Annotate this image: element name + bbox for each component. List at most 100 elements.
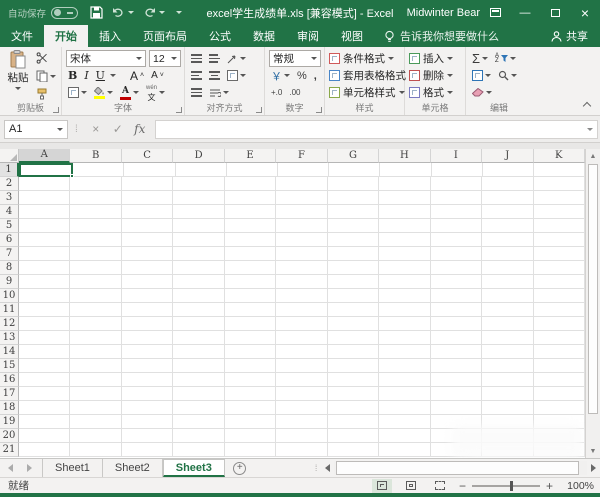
cell-C2[interactable]	[122, 177, 173, 191]
cell-A8[interactable]	[19, 261, 70, 275]
cell-H9[interactable]	[379, 275, 430, 289]
cell-B10[interactable]	[70, 289, 121, 303]
cell-J3[interactable]	[482, 191, 533, 205]
cell-I14[interactable]	[431, 345, 482, 359]
cell-D1[interactable]	[176, 163, 227, 177]
cell-C8[interactable]	[122, 261, 173, 275]
row-header-14[interactable]: 14	[0, 345, 19, 359]
cell-J4[interactable]	[482, 205, 533, 219]
cell-J9[interactable]	[482, 275, 533, 289]
clear-button[interactable]	[470, 85, 494, 101]
copy-button[interactable]	[34, 68, 58, 84]
cell-A12[interactable]	[19, 317, 70, 331]
cell-I17[interactable]	[431, 387, 482, 401]
row-header-2[interactable]: 2	[0, 177, 19, 191]
copy-dropdown-icon[interactable]	[50, 75, 56, 78]
cell-D10[interactable]	[173, 289, 224, 303]
minimize-button[interactable]: —	[510, 0, 540, 25]
cell-E5[interactable]	[225, 219, 276, 233]
cell-E8[interactable]	[225, 261, 276, 275]
align-top-button[interactable]	[189, 51, 204, 67]
tab-视图[interactable]: 视图	[330, 25, 374, 47]
cell-B1[interactable]	[73, 163, 124, 177]
cell-B13[interactable]	[70, 331, 121, 345]
cell-D5[interactable]	[173, 219, 224, 233]
cell-I7[interactable]	[431, 247, 482, 261]
horizontal-scroll-thumb[interactable]	[336, 461, 579, 475]
cells-item-0[interactable]: 插入	[409, 50, 462, 67]
cell-K11[interactable]	[534, 303, 585, 317]
cell-H15[interactable]	[379, 359, 430, 373]
align-middle-button[interactable]	[207, 51, 222, 67]
cell-A19[interactable]	[19, 415, 70, 429]
cell-C20[interactable]	[122, 429, 173, 443]
cell-E2[interactable]	[225, 177, 276, 191]
cell-D20[interactable]	[173, 429, 224, 443]
cell-J10[interactable]	[482, 289, 533, 303]
cell-F7[interactable]	[276, 247, 327, 261]
cell-G18[interactable]	[328, 401, 379, 415]
row-header-11[interactable]: 11	[0, 303, 19, 317]
cell-H13[interactable]	[379, 331, 430, 345]
cell-K16[interactable]	[534, 373, 585, 387]
cell-D18[interactable]	[173, 401, 224, 415]
underline-button[interactable]: U	[94, 68, 107, 84]
cell-A13[interactable]	[19, 331, 70, 345]
column-header-K[interactable]: K	[534, 149, 585, 163]
row-header-3[interactable]: 3	[0, 191, 19, 205]
cell-G20[interactable]	[328, 429, 379, 443]
scroll-right-button[interactable]	[587, 459, 600, 477]
cell-D15[interactable]	[173, 359, 224, 373]
row-header-13[interactable]: 13	[0, 331, 19, 345]
close-button[interactable]: ×	[570, 0, 600, 25]
cell-B5[interactable]	[70, 219, 121, 233]
tell-me-box[interactable]: 告诉我你想要做什么	[384, 25, 499, 47]
increase-font-size-button[interactable]: A˄	[128, 68, 146, 84]
cell-G6[interactable]	[328, 233, 379, 247]
percent-style-button[interactable]: %	[295, 68, 309, 84]
cell-E17[interactable]	[225, 387, 276, 401]
row-header-18[interactable]: 18	[0, 401, 19, 415]
cell-D17[interactable]	[173, 387, 224, 401]
cell-F20[interactable]	[276, 429, 327, 443]
cell-G7[interactable]	[328, 247, 379, 261]
cell-H19[interactable]	[379, 415, 430, 429]
prev-sheet-icon[interactable]	[8, 464, 13, 472]
cell-J17[interactable]	[482, 387, 533, 401]
zoom-slider[interactable]	[472, 485, 540, 487]
vertical-scroll-thumb[interactable]	[588, 164, 598, 414]
cell-F17[interactable]	[276, 387, 327, 401]
cell-H7[interactable]	[379, 247, 430, 261]
fill-color-button[interactable]	[92, 85, 115, 101]
cell-A3[interactable]	[19, 191, 70, 205]
row-header-4[interactable]: 4	[0, 205, 19, 219]
collapse-ribbon-icon[interactable]	[583, 102, 591, 110]
undo-icon[interactable]	[112, 7, 125, 18]
cell-H21[interactable]	[379, 443, 430, 457]
cell-H10[interactable]	[379, 289, 430, 303]
enter-button[interactable]: ✓	[107, 122, 129, 136]
cell-J5[interactable]	[482, 219, 533, 233]
cell-G5[interactable]	[328, 219, 379, 233]
cell-E18[interactable]	[225, 401, 276, 415]
cell-A10[interactable]	[19, 289, 70, 303]
cell-F5[interactable]	[276, 219, 327, 233]
cell-H18[interactable]	[379, 401, 430, 415]
increase-decimal-button[interactable]: +.0	[269, 85, 284, 101]
italic-button[interactable]: I	[82, 68, 90, 84]
decrease-font-size-button[interactable]: A˅	[149, 68, 166, 84]
cell-F11[interactable]	[276, 303, 327, 317]
next-sheet-icon[interactable]	[27, 464, 32, 472]
row-header-8[interactable]: 8	[0, 261, 19, 275]
tab-公式[interactable]: 公式	[198, 25, 242, 47]
column-header-F[interactable]: F	[276, 149, 327, 163]
clipboard-dialog-launcher[interactable]	[53, 107, 59, 113]
column-header-C[interactable]: C	[122, 149, 173, 163]
cell-I1[interactable]	[432, 163, 483, 177]
cell-I5[interactable]	[431, 219, 482, 233]
cell-J14[interactable]	[482, 345, 533, 359]
cell-D14[interactable]	[173, 345, 224, 359]
cell-K13[interactable]	[534, 331, 585, 345]
cell-H14[interactable]	[379, 345, 430, 359]
cell-K7[interactable]	[534, 247, 585, 261]
